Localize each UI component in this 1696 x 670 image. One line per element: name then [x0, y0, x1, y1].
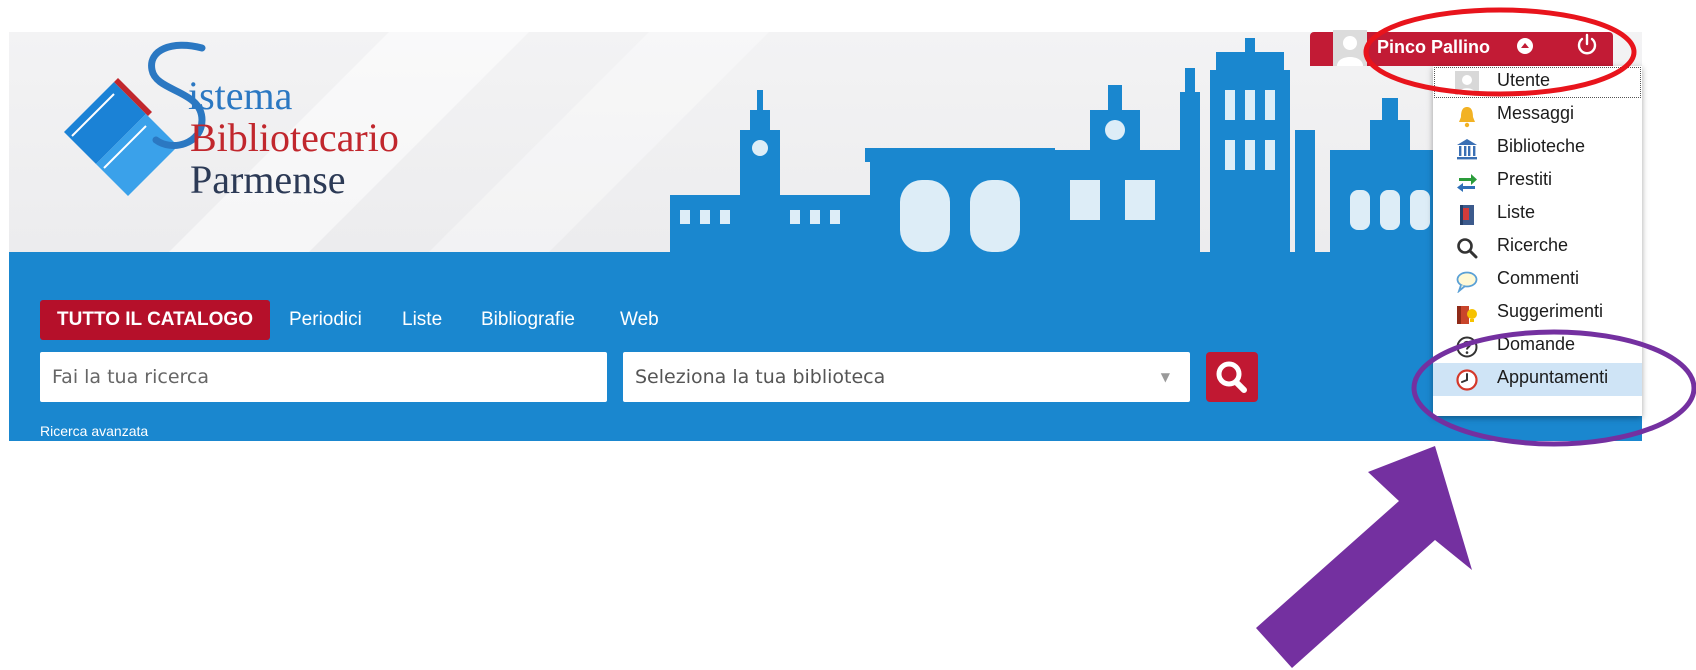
- tab-liste[interactable]: Liste: [402, 300, 442, 340]
- annotation-red-ellipse: [1363, 7, 1637, 97]
- tab-periodici[interactable]: Periodici: [289, 300, 362, 340]
- library-select[interactable]: Seleziona la tua biblioteca ▼: [623, 352, 1190, 402]
- tab-tutto-il-catalogo[interactable]: TUTTO IL CATALOGO: [40, 300, 270, 340]
- book-list-icon: [1460, 205, 1474, 225]
- search-button[interactable]: [1206, 352, 1258, 402]
- menu-item-commenti[interactable]: Commenti: [1433, 264, 1642, 297]
- menu-item-label: Ricerche: [1497, 235, 1569, 255]
- chevron-down-icon: ▼: [1160, 370, 1170, 384]
- suggestion-icon: [1457, 306, 1477, 324]
- menu-item-label: Messaggi: [1497, 103, 1575, 123]
- logo-line-parmense: Parmense: [190, 157, 346, 202]
- tab-web[interactable]: Web: [620, 300, 659, 340]
- menu-item-label: Liste: [1497, 202, 1536, 222]
- search-icon: [1457, 238, 1478, 259]
- speech-bubble-icon: [1456, 271, 1478, 293]
- menu-item-messaggi[interactable]: Messaggi: [1433, 99, 1642, 132]
- logo-line-sistema: istema: [188, 73, 293, 118]
- library-select-placeholder: Seleziona la tua biblioteca: [635, 366, 886, 388]
- exchange-arrows-icon: [1457, 174, 1477, 192]
- search-input[interactable]: [40, 352, 607, 402]
- advanced-search-link[interactable]: Ricerca avanzata: [40, 423, 148, 439]
- menu-item-label: Prestiti: [1497, 169, 1553, 189]
- menu-item-label: Suggerimenti: [1497, 301, 1604, 321]
- annotation-purple-arrow: [1256, 446, 1472, 668]
- menu-item-label: Commenti: [1497, 268, 1580, 288]
- menu-item-liste[interactable]: Liste: [1433, 198, 1642, 231]
- menu-item-biblioteche[interactable]: Biblioteche: [1433, 132, 1642, 165]
- menu-item-prestiti[interactable]: Prestiti: [1433, 165, 1642, 198]
- library-icon: [1457, 139, 1477, 160]
- logo-line-bibliotecario: Bibliotecario: [190, 115, 399, 160]
- annotation-purple-ellipse: [1411, 329, 1696, 447]
- search-bar-section: [9, 252, 1642, 441]
- menu-item-label: Biblioteche: [1497, 136, 1586, 156]
- search-icon: [1216, 361, 1247, 393]
- tab-bibliografie[interactable]: Bibliografie: [481, 300, 575, 340]
- bell-icon: [1459, 107, 1475, 128]
- menu-item-ricerche[interactable]: Ricerche: [1433, 231, 1642, 264]
- logo-text: istema Bibliotecario Parmense: [180, 76, 399, 200]
